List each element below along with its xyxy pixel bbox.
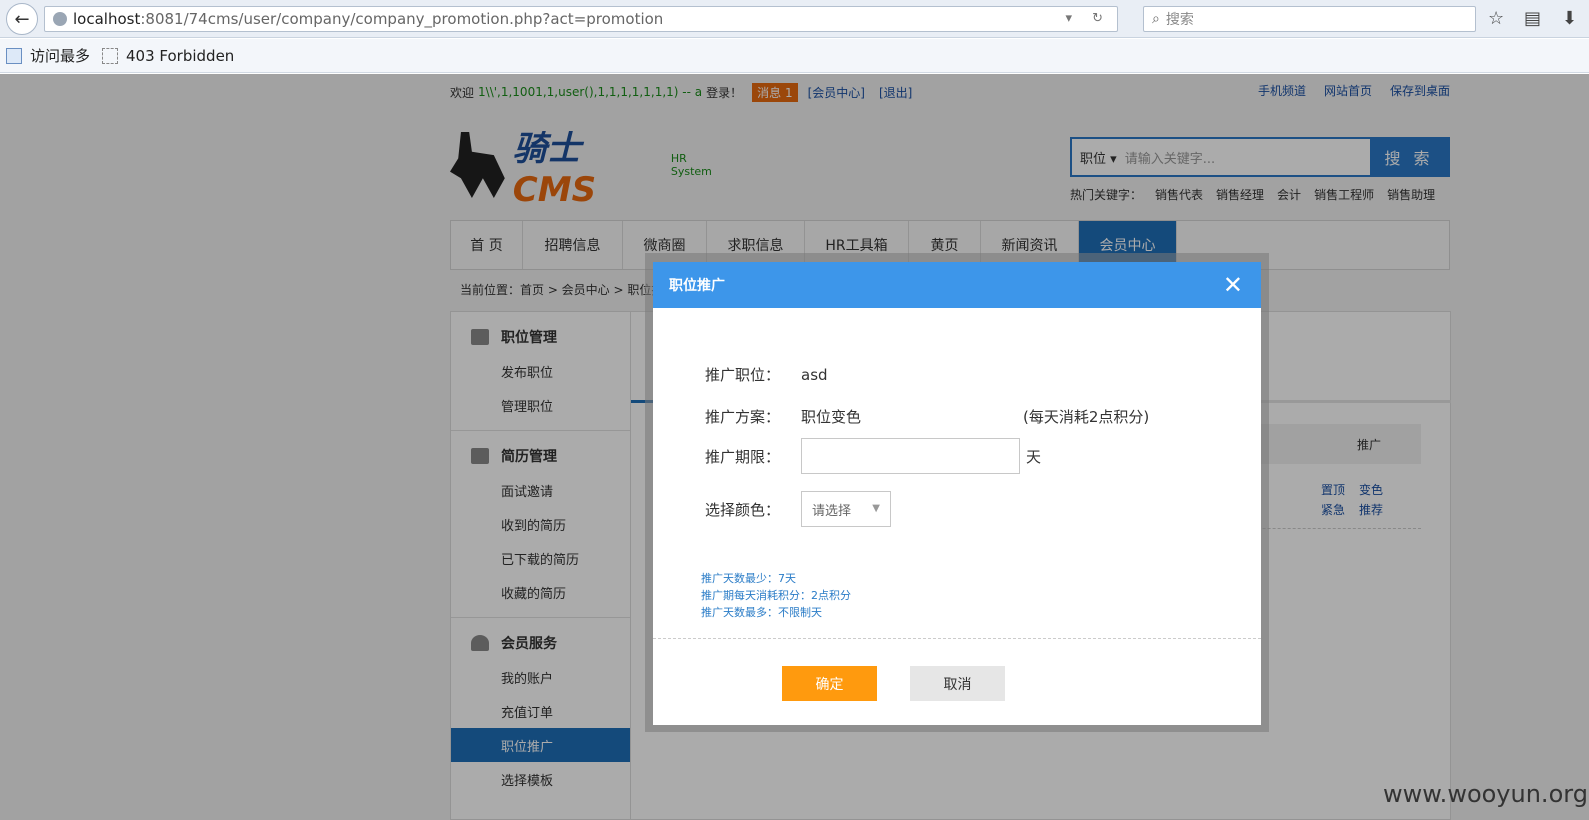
browser-search-input[interactable]: ⌕ 搜索 <box>1143 6 1476 32</box>
reload-icon[interactable]: ▾ ↻ <box>1065 11 1111 26</box>
bookmark-folder-icon <box>6 47 22 64</box>
chevron-down-icon: ▼ <box>872 503 880 514</box>
plan-row: 推广方案： 职位变色 (每天消耗2点积分) <box>705 406 1149 427</box>
browser-search-placeholder: 搜索 <box>1165 12 1194 28</box>
search-icon: ⌕ <box>1152 11 1160 27</box>
plan-value: 职位变色 <box>801 408 862 426</box>
dialog-body: 推广职位： asd 推广方案： 职位变色 (每天消耗2点积分) 推广期限： 天 … <box>653 308 1261 638</box>
back-arrow-icon[interactable]: ← <box>6 3 38 35</box>
download-icon[interactable]: ⬇ <box>1562 8 1577 29</box>
address-bar[interactable]: localhost:8081/74cms/user/company/compan… <box>44 6 1118 32</box>
bookmarks-bar: 访问最多 403 Forbidden <box>0 39 1589 73</box>
close-icon[interactable]: ✕ <box>1223 271 1243 299</box>
url-path: :8081/74cms/user/company/company_promoti… <box>140 10 664 28</box>
bookmark-most-visited[interactable]: 访问最多 <box>6 45 90 66</box>
job-label: 推广职位： <box>705 366 781 384</box>
plan-label: 推广方案： <box>705 408 781 426</box>
url-host: localhost <box>73 10 141 28</box>
color-label: 选择颜色： <box>705 500 781 519</box>
color-select[interactable]: 请选择 ▼ <box>801 491 891 527</box>
globe-icon <box>53 12 67 26</box>
days-label: 推广期限： <box>705 447 781 466</box>
plan-note: (每天消耗2点积分) <box>1023 408 1150 426</box>
cancel-button[interactable]: 取消 <box>910 666 1005 701</box>
color-row: 选择颜色： 请选择 ▼ <box>705 491 891 527</box>
confirm-button[interactable]: 确定 <box>782 666 877 701</box>
days-row: 推广期限： 天 <box>705 438 1041 474</box>
job-value: asd <box>801 365 828 384</box>
tip-min-days: 推广天数最少：7天 <box>701 572 796 585</box>
days-unit: 天 <box>1026 447 1042 466</box>
promotion-dialog: 职位推广 ✕ 推广职位： asd 推广方案： 职位变色 (每天消耗2点积分) 推… <box>653 262 1261 725</box>
promotion-tips: 推广天数最少：7天 推广期每天消耗积分：2点积分 推广天数最多：不限制天 <box>701 570 851 621</box>
dialog-title: 职位推广 <box>669 278 725 294</box>
tip-max-days: 推广天数最多：不限制天 <box>701 606 822 619</box>
color-select-value: 请选择 <box>812 503 852 519</box>
job-row: 推广职位： asd <box>705 364 828 385</box>
page-icon <box>102 47 119 64</box>
star-icon[interactable]: ☆ <box>1488 8 1504 29</box>
bookmark-403[interactable]: 403 Forbidden <box>102 47 234 65</box>
clipboard-icon[interactable]: ▤ <box>1524 8 1541 29</box>
browser-toolbar: ← localhost:8081/74cms/user/company/comp… <box>0 0 1589 38</box>
days-input[interactable] <box>801 438 1020 474</box>
watermark: www.wooyun.org <box>1383 780 1588 808</box>
dialog-header: 职位推广 ✕ <box>653 262 1261 308</box>
dialog-divider <box>653 638 1261 639</box>
tip-daily-cost: 推广期每天消耗积分：2点积分 <box>701 589 851 602</box>
